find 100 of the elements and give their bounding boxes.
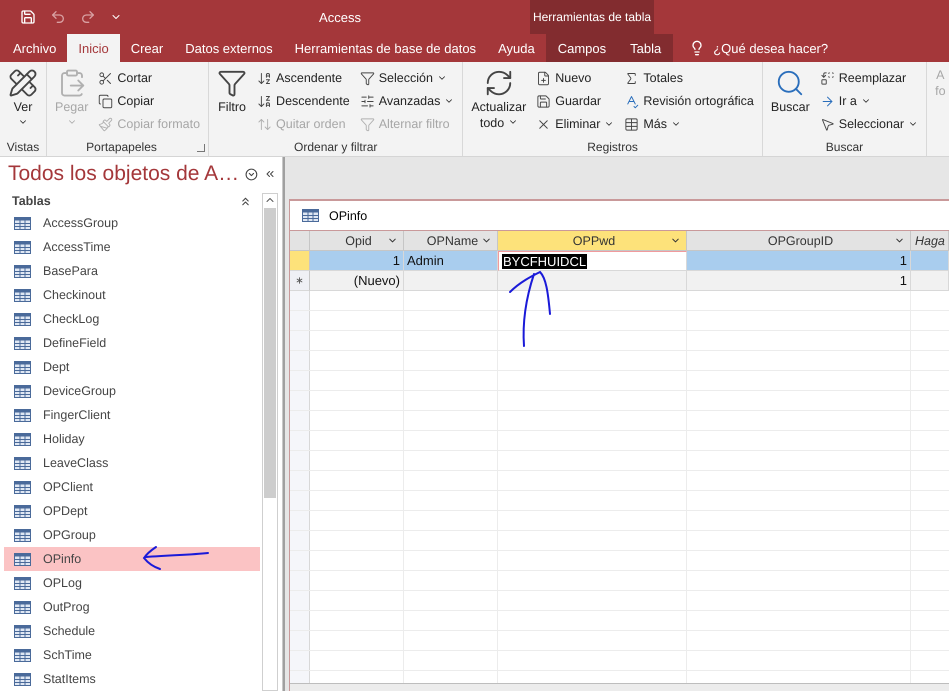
navigation-item[interactable]: LeaveClass xyxy=(4,451,260,475)
funnel-icon xyxy=(360,116,375,132)
navigation-item[interactable]: DeviceGroup xyxy=(4,379,260,403)
redo-icon[interactable] xyxy=(80,9,96,25)
table-icon xyxy=(14,408,31,422)
navigation-item[interactable]: StatItems xyxy=(4,667,260,691)
sliders-icon xyxy=(360,94,375,108)
tell-me-field[interactable]: ¿Qué desea hacer? xyxy=(713,40,828,56)
ribbon-tab[interactable]: Herramientas de base de datos xyxy=(284,34,488,62)
ribbon-tab[interactable]: Tabla xyxy=(618,34,674,62)
funnel-icon xyxy=(217,68,248,98)
ribbon-button[interactable]: Eliminar xyxy=(534,114,616,134)
table-icon xyxy=(14,456,31,470)
ribbon-group-label: Ordenar y filtrar xyxy=(293,139,378,156)
ribbon-tab[interactable]: Inicio xyxy=(67,34,120,62)
ribbon-tab[interactable]: Crear xyxy=(120,34,174,62)
navigation-item[interactable]: DefineField xyxy=(4,331,260,355)
navigation-item[interactable]: OPinfo xyxy=(4,547,260,571)
navigation-item[interactable]: OPDept xyxy=(4,499,260,523)
contextual-tab-group-label: Herramientas de tabla xyxy=(530,0,654,34)
ribbon-tab[interactable]: Campos xyxy=(546,34,618,62)
table-cell: 1 xyxy=(310,251,404,271)
table-icon xyxy=(14,672,31,686)
save-icon[interactable] xyxy=(20,9,36,25)
navigation-item[interactable]: Dept xyxy=(4,355,260,379)
sort-ascending-icon xyxy=(257,70,272,86)
ribbon-button[interactable]: Selección xyxy=(358,68,456,88)
table-icon xyxy=(14,648,31,662)
cursor-icon xyxy=(820,116,835,132)
paintbrush-icon xyxy=(98,116,114,132)
replace-icon xyxy=(820,70,835,86)
table-icon xyxy=(302,209,319,222)
ribbon-tab[interactable]: Archivo xyxy=(2,34,68,62)
ribbon-button[interactable]: Totales xyxy=(622,68,756,88)
table-icon xyxy=(14,384,31,398)
ribbon-button[interactable]: Nuevo xyxy=(534,68,616,88)
ribbon-button[interactable]: Seleccionar xyxy=(818,114,920,134)
scrollbar[interactable] xyxy=(262,193,278,691)
ribbon-button[interactable]: Descendente xyxy=(255,91,352,111)
ribbon-button[interactable]: Cortar xyxy=(96,68,202,88)
undo-icon[interactable] xyxy=(50,9,66,25)
column-header[interactable]: OPName xyxy=(404,231,498,251)
table-icon xyxy=(14,576,31,590)
table-icon xyxy=(14,528,31,542)
navigation-item[interactable]: CheckLog xyxy=(4,307,260,331)
table-icon xyxy=(14,480,31,494)
ribbon-button[interactable]: Actualizar todo xyxy=(469,66,528,138)
ribbon-button[interactable]: Más xyxy=(622,114,756,134)
ribbon-button[interactable]: Copiar xyxy=(96,91,202,111)
navigation-item[interactable]: OPLog xyxy=(4,571,260,595)
ribbon-button[interactable]: Buscar xyxy=(768,66,812,138)
table-icon xyxy=(14,336,31,350)
table-icon xyxy=(14,312,31,326)
ribbon-button[interactable]: Filtro xyxy=(215,66,250,138)
navigation-item[interactable]: AccessGroup xyxy=(4,211,260,235)
table-icon xyxy=(14,432,31,446)
ribbon-button[interactable]: Avanzadas xyxy=(358,91,456,111)
save-icon xyxy=(536,94,552,108)
navigation-item[interactable]: Checkinout xyxy=(4,283,260,307)
ribbon-button[interactable]: Reemplazar xyxy=(818,68,920,88)
column-header[interactable]: Opid xyxy=(310,231,404,251)
table-icon xyxy=(14,288,31,302)
navigation-item[interactable]: OPClient xyxy=(4,475,260,499)
table-icon xyxy=(14,216,31,230)
column-header[interactable]: OPPwd xyxy=(498,231,687,251)
table-icon xyxy=(14,264,31,278)
navigation-item[interactable]: BasePara xyxy=(4,259,260,283)
ribbon-tab[interactable]: Datos externos xyxy=(174,34,284,62)
table-icon xyxy=(14,504,31,518)
ribbon-button[interactable]: Revisión ortográfica xyxy=(622,91,756,111)
dialog-launcher-icon[interactable] xyxy=(197,144,206,152)
window-title: Access xyxy=(318,8,362,26)
document-tab[interactable]: OPinfo xyxy=(329,208,368,222)
copy-icon xyxy=(98,94,114,108)
navigation-item[interactable]: Schedule xyxy=(4,619,260,643)
table-cell: BYCFHUIDCL xyxy=(498,251,687,271)
scrollbar-thumb[interactable] xyxy=(264,208,276,498)
pencil-ruler-icon xyxy=(8,68,38,98)
ribbon-tab[interactable]: Ayuda xyxy=(487,34,546,62)
dropdown-icon[interactable] xyxy=(245,166,258,182)
table-icon xyxy=(624,116,640,132)
navigation-item[interactable]: FingerClient xyxy=(4,403,260,427)
sort-arrows-icon xyxy=(257,116,272,132)
row-selector[interactable] xyxy=(290,271,310,291)
new-record-icon xyxy=(536,70,552,86)
column-header[interactable]: OPGroupID xyxy=(687,231,911,251)
table-cell xyxy=(911,271,949,291)
table-cell xyxy=(911,251,949,271)
navigation-item[interactable]: OutProg xyxy=(4,595,260,619)
navigation-item[interactable]: Holiday xyxy=(4,427,260,451)
ribbon-button[interactable]: Guardar xyxy=(534,91,616,111)
navigation-item[interactable]: OPGroup xyxy=(4,523,260,547)
navigation-item[interactable]: AccessTime xyxy=(4,235,260,259)
navigation-item[interactable]: SchTime xyxy=(4,643,260,667)
ribbon-button[interactable]: Ir a xyxy=(818,91,920,111)
column-header[interactable]: Haga xyxy=(911,231,949,251)
ribbon-group-label: Vistas xyxy=(6,139,40,156)
table-cell: 1 xyxy=(687,271,911,291)
ribbon-button[interactable]: Ver xyxy=(6,66,40,138)
ribbon-button[interactable]: Ascendente xyxy=(255,68,352,88)
